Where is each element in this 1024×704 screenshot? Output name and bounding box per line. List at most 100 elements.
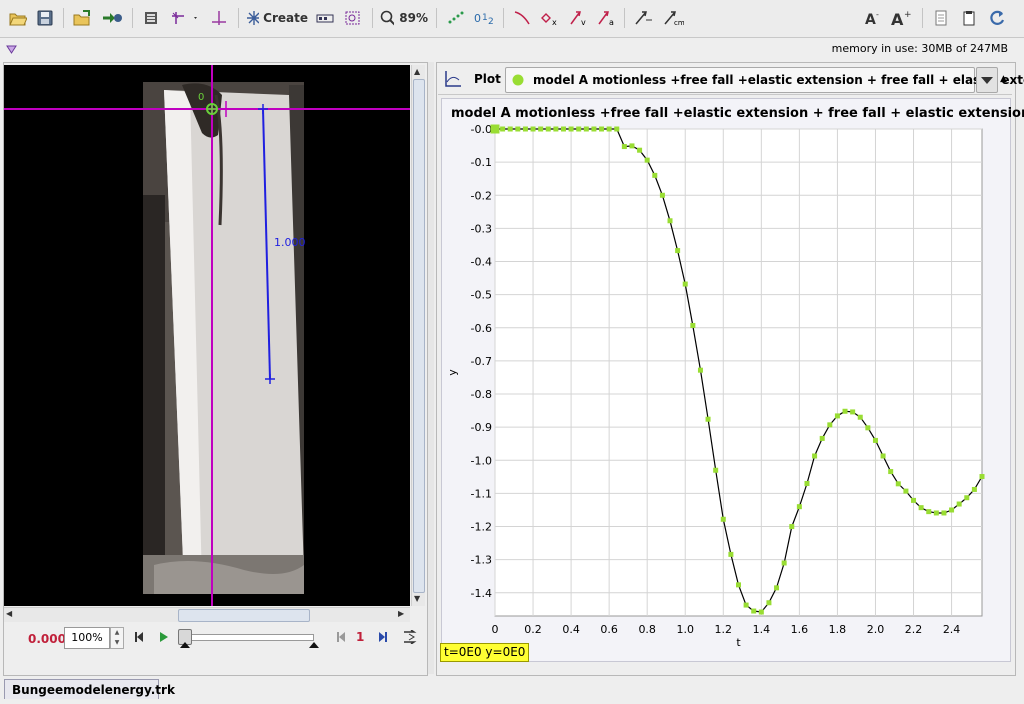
data-point (918, 505, 924, 511)
x-tick-label: 0.2 (524, 623, 542, 636)
plot-tab-label[interactable]: Plot (474, 72, 501, 86)
x-tick-label: 1.2 (715, 623, 733, 636)
clipboard-icon[interactable] (958, 7, 980, 29)
export-icon[interactable] (100, 7, 124, 29)
vector-sum-icon[interactable] (632, 7, 656, 29)
chevron-down-icon (981, 77, 993, 84)
play-icon[interactable] (159, 631, 169, 646)
data-point (956, 501, 962, 507)
data-point (850, 409, 856, 415)
path-icon[interactable] (511, 7, 533, 29)
data-point (705, 416, 711, 422)
data-point (697, 367, 703, 373)
data-point (583, 126, 589, 132)
data-point (834, 413, 840, 419)
video-frame[interactable]: 0 1.000 (4, 65, 410, 606)
data-point (842, 408, 848, 414)
data-point (979, 474, 985, 480)
data-point (949, 507, 955, 513)
track-marker-icon (512, 74, 524, 86)
coordinate-axes-menu-icon[interactable] (169, 7, 201, 29)
vertical-scroll-thumb[interactable] (413, 79, 425, 593)
autotracker-icon[interactable] (342, 7, 364, 29)
scroll-up-icon[interactable]: ▲ (414, 67, 420, 76)
data-point (720, 516, 726, 522)
create-label: Create (263, 11, 308, 25)
x-tick-label: 1.8 (829, 623, 847, 636)
font-larger-icon[interactable]: A + (889, 7, 915, 29)
data-point (880, 453, 886, 459)
data-point (621, 144, 627, 150)
frame-slider[interactable] (178, 629, 319, 649)
y-tick-label: -0.8 (471, 388, 492, 401)
y-tick-label: -0.0 (471, 123, 492, 136)
trace-points-icon[interactable] (444, 7, 466, 29)
step-back-icon[interactable] (336, 631, 348, 646)
svg-text:cm: cm (674, 19, 684, 26)
data-point (766, 600, 772, 606)
x-tick-label: 2.2 (905, 623, 923, 636)
video-vertical-scrollbar[interactable]: ▲ ▼ (411, 65, 425, 606)
velocity-icon[interactable]: v (567, 7, 589, 29)
acceleration-icon[interactable]: a (595, 7, 617, 29)
go-to-start-icon[interactable] (134, 631, 144, 646)
zoom-button[interactable]: 89% (380, 7, 428, 29)
plot-area[interactable]: 0 0.2 0.4 0.6 0.8 1.0 1.2 1.4 1.6 1.8 2.0 2.2 2.4 -0.… (441, 98, 1024, 662)
y-tick-label: -1.1 (471, 487, 492, 500)
video-horizontal-scrollbar[interactable]: ◀ ▶ (4, 607, 410, 622)
refresh-icon[interactable] (986, 7, 1008, 29)
y-tick-label: -0.4 (471, 256, 492, 269)
data-point (781, 560, 787, 566)
coordinate-readout: t=0E0 y=0E0 (440, 643, 530, 662)
create-track-button[interactable]: Create (246, 7, 308, 29)
font-smaller-icon[interactable]: A- (862, 7, 886, 29)
loop-icon[interactable] (403, 629, 417, 647)
notes-icon[interactable] (930, 7, 952, 29)
y-tick-label: -1.2 (471, 521, 492, 534)
data-point (926, 509, 932, 515)
center-of-mass-icon[interactable]: cm (661, 7, 685, 29)
split-pane-divider[interactable] (428, 62, 434, 674)
chart: 0 0.2 0.4 0.6 0.8 1.0 1.2 1.4 1.6 1.8 2.0 2.2 2.4 -0.… (446, 123, 985, 649)
zoom-field[interactable]: 100% (64, 627, 110, 649)
menu-triangle-icon[interactable] (6, 43, 17, 57)
time-readout[interactable]: 0.000 (28, 632, 66, 646)
clip-settings-icon[interactable] (140, 7, 162, 29)
tab-document[interactable]: Bungeemodelenergy.trk (4, 679, 175, 699)
x-axis-label: t (736, 636, 741, 649)
x-tick-label: 0.4 (562, 623, 580, 636)
svg-text:A: A (891, 10, 904, 26)
data-point (659, 192, 665, 198)
data-point (789, 524, 795, 530)
plot-view-icon[interactable] (444, 70, 462, 91)
track-control-icon[interactable] (314, 7, 336, 29)
step-size[interactable]: 1 (356, 630, 364, 644)
zoom-spinner[interactable]: ▲ ▼ (110, 627, 124, 649)
scroll-left-icon[interactable]: ◀ (6, 609, 12, 618)
tape-measure-icon[interactable] (207, 7, 231, 29)
data-point (629, 143, 635, 149)
data-point (553, 126, 559, 132)
position-icon[interactable]: x (539, 7, 561, 29)
save-file-icon[interactable] (34, 7, 56, 29)
horizontal-scroll-thumb[interactable] (178, 609, 310, 622)
panel-menu-icon[interactable]: ▲ (1000, 74, 1007, 84)
axis-origin-label: 0 (198, 92, 205, 103)
svg-text:v: v (581, 18, 586, 26)
open-file-icon[interactable] (7, 7, 29, 29)
scroll-right-icon[interactable]: ▶ (398, 609, 404, 618)
data-point (637, 147, 643, 153)
scroll-down-icon[interactable]: ▼ (414, 594, 420, 603)
label-icon[interactable]: 012 (472, 7, 496, 29)
track-selector[interactable]: model A motionless +free fall +elastic e… (505, 67, 1024, 93)
data-point (728, 551, 734, 557)
x-tick-label: 0.8 (638, 623, 656, 636)
step-forward-icon[interactable] (376, 631, 388, 646)
data-point (490, 124, 500, 134)
data-point (903, 488, 909, 494)
import-icon[interactable] (71, 7, 95, 29)
document-tab-label: Bungeemodelenergy.trk (12, 683, 175, 697)
data-point (857, 414, 863, 420)
track-dropdown-button[interactable] (976, 67, 998, 93)
data-point (576, 126, 582, 132)
